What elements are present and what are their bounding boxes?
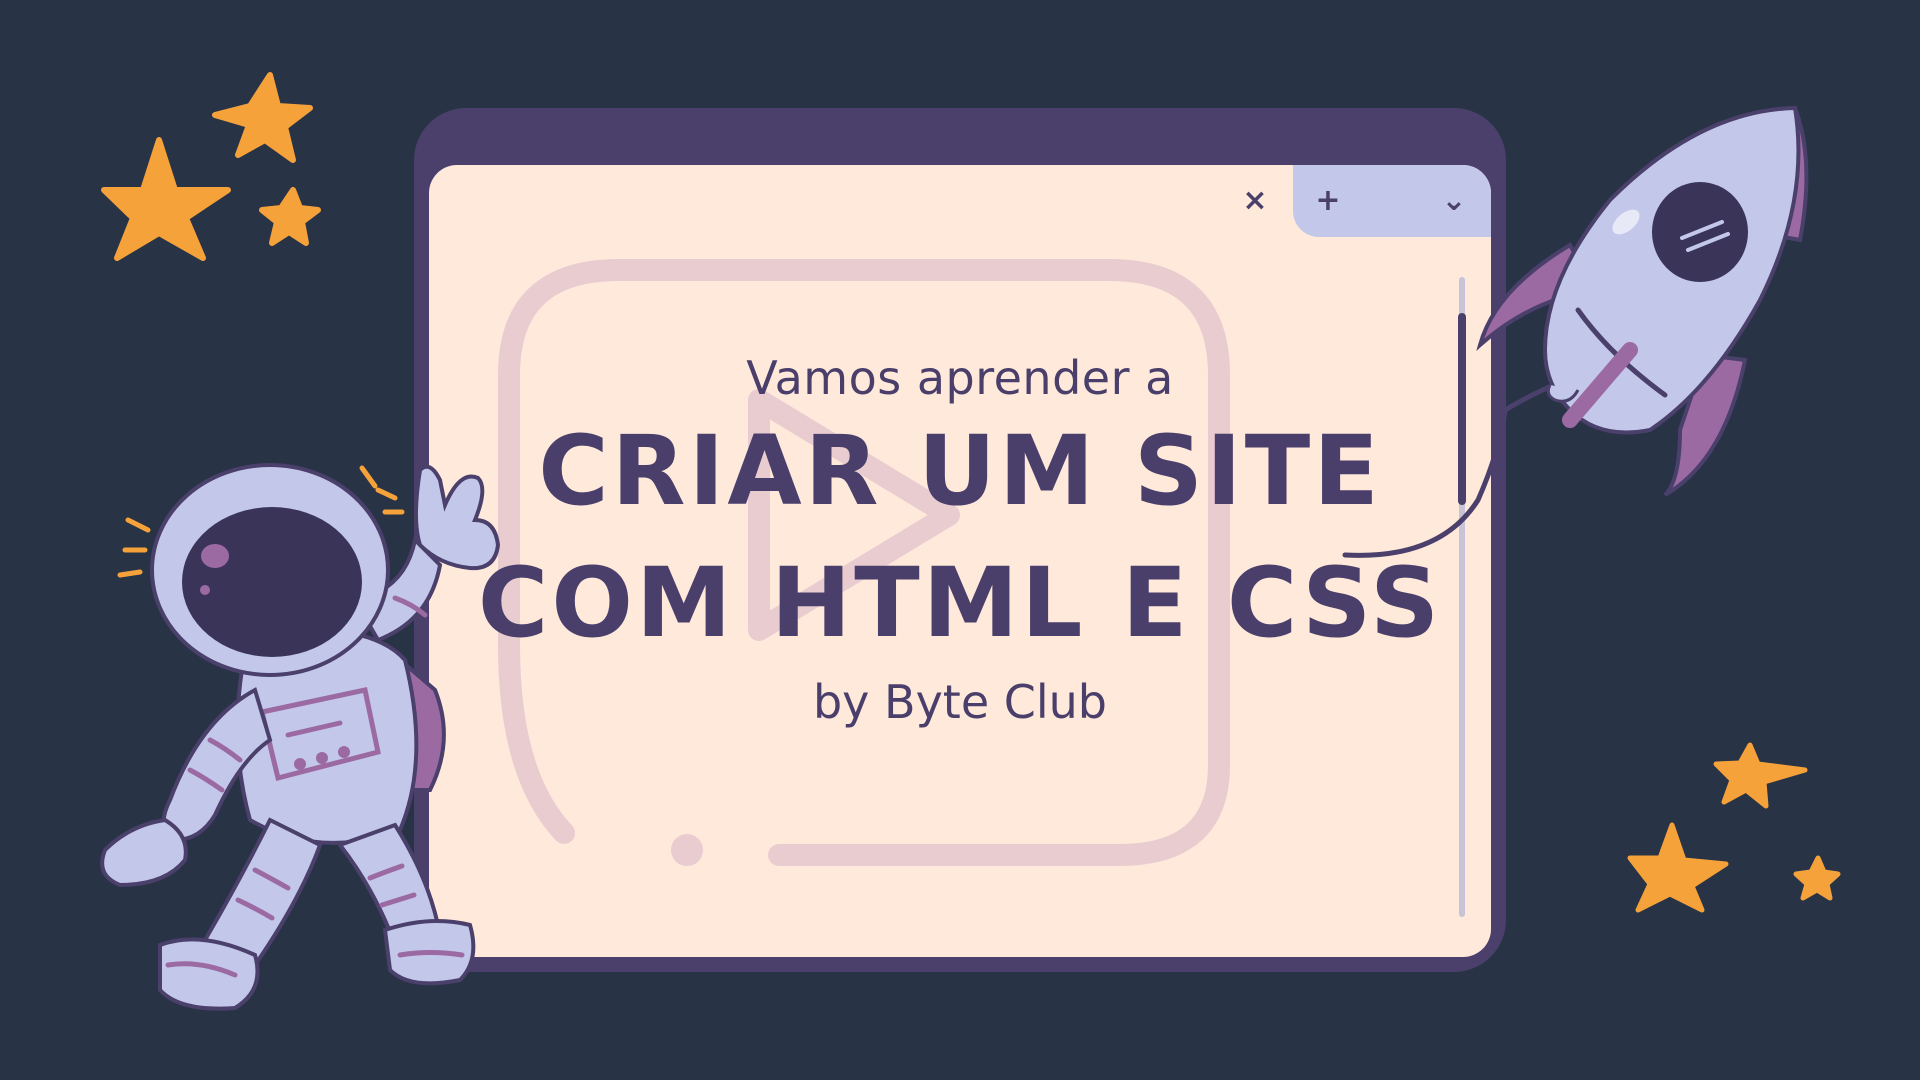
astronaut-illustration xyxy=(100,463,501,1011)
astronaut-icon xyxy=(100,463,501,1011)
